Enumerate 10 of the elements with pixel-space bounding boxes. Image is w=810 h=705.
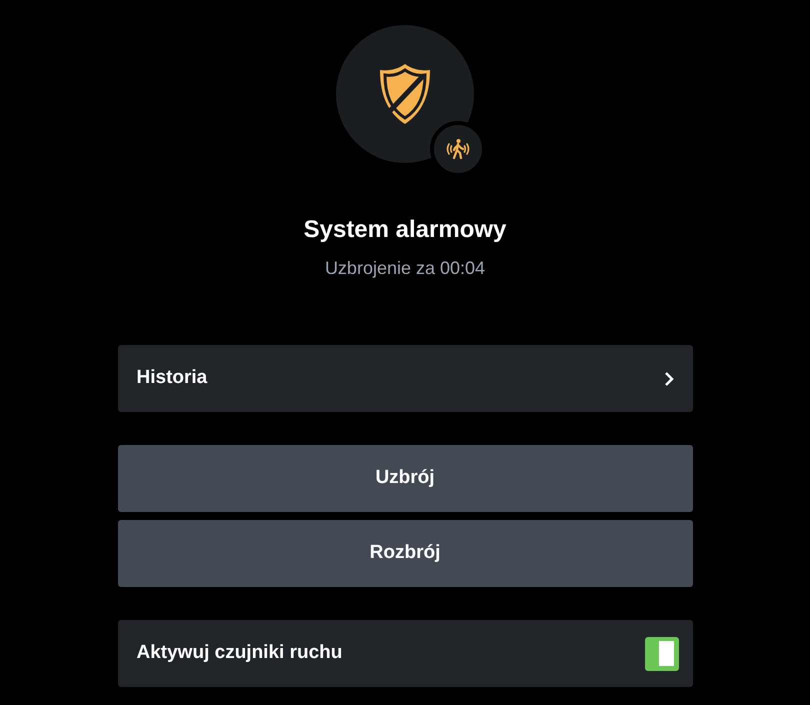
motion-sensors-label: Aktywuj czujniki ruchu (136, 641, 342, 666)
walking-person-icon (445, 138, 471, 160)
chevron-right-icon (664, 370, 674, 386)
action-button[interactable]: Uzbrój (118, 445, 692, 512)
arming-status: Uzbrojenie za 00:04 (324, 257, 486, 279)
shield-icon (377, 62, 433, 126)
system-title: System alarmowy (304, 215, 506, 245)
history-row[interactable]: Historia (118, 345, 692, 412)
motion-sensors-toggle[interactable] (644, 636, 678, 670)
action-button[interactable]: Rozbrój (118, 520, 692, 587)
